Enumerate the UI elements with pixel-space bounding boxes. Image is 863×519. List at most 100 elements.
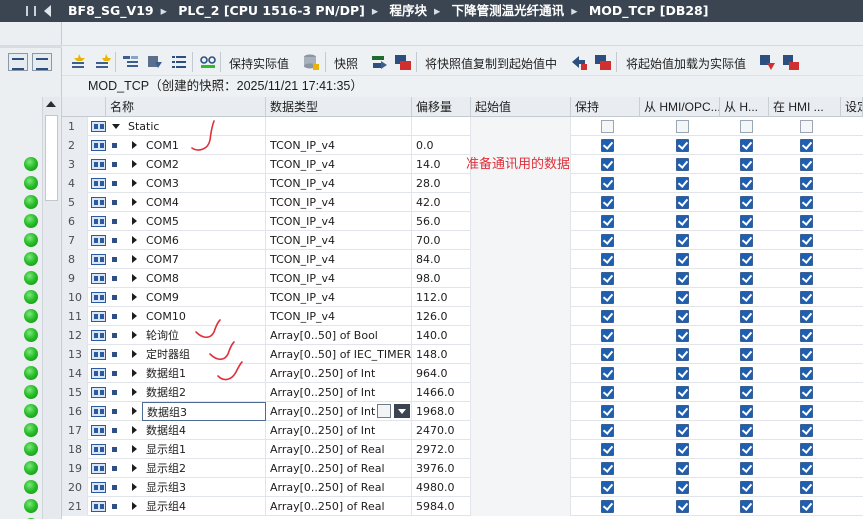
cell-datatype[interactable]: Array[0..250] of Real <box>266 459 412 478</box>
table-row[interactable]: 14 数据组1 Array[0..250] of Int 964.0 <box>62 364 863 383</box>
from-h-checkbox[interactable] <box>740 443 753 456</box>
cell-datatype[interactable]: TCON_IP_v4 <box>266 212 412 231</box>
from-hmi-checkbox[interactable] <box>676 443 689 456</box>
expand-all-icon[interactable] <box>122 53 140 71</box>
retain-checkbox[interactable] <box>601 405 614 418</box>
cell-name[interactable]: 显示组3 <box>142 478 266 497</box>
cell-datatype[interactable]: Array[0..250] of Int <box>266 421 412 440</box>
crumb-program-blocks[interactable]: 程序块 <box>390 0 428 22</box>
cell-datatype[interactable] <box>266 117 412 136</box>
from-h-checkbox[interactable] <box>740 196 753 209</box>
cell-start-value[interactable] <box>471 193 571 212</box>
cell-datatype[interactable]: TCON_IP_v4 <box>266 136 412 155</box>
from-hmi-checkbox[interactable] <box>676 310 689 323</box>
crumb-group[interactable]: 下降管测温光纤通讯 <box>452 0 565 22</box>
expand-arrow-icon[interactable] <box>132 426 137 434</box>
from-hmi-checkbox[interactable] <box>676 329 689 342</box>
expand-arrow-icon[interactable] <box>132 369 137 377</box>
from-h-checkbox[interactable] <box>740 462 753 475</box>
cell-datatype[interactable]: TCON_IP_v4 <box>266 193 412 212</box>
in-hmi-checkbox[interactable] <box>800 253 813 266</box>
table-row[interactable]: 10 COM9 TCON_IP_v4 112.0 <box>62 288 863 307</box>
in-hmi-checkbox[interactable] <box>800 196 813 209</box>
cell-start-value[interactable] <box>471 402 571 421</box>
expand-arrow-icon[interactable] <box>132 445 137 453</box>
from-h-checkbox[interactable] <box>740 215 753 228</box>
from-hmi-checkbox[interactable] <box>676 500 689 513</box>
header-datatype[interactable]: 数据类型 <box>266 97 412 117</box>
load-actual-icon[interactable] <box>594 53 612 71</box>
from-h-checkbox[interactable] <box>740 405 753 418</box>
from-hmi-checkbox[interactable] <box>676 215 689 228</box>
from-h-checkbox[interactable] <box>740 348 753 361</box>
expand-arrow-icon[interactable] <box>132 198 137 206</box>
in-hmi-checkbox[interactable] <box>800 177 813 190</box>
cell-name[interactable]: 显示组2 <box>142 459 266 478</box>
download-start-icon[interactable] <box>758 53 776 71</box>
table-row[interactable]: 7 COM6 TCON_IP_v4 70.0 <box>62 231 863 250</box>
retain-checkbox[interactable] <box>601 196 614 209</box>
in-hmi-checkbox[interactable] <box>800 329 813 342</box>
keep-actual-values-button[interactable]: 保持实际值 <box>229 55 289 72</box>
cell-name[interactable]: 数据组4 <box>142 421 266 440</box>
table-row[interactable]: 21 显示组4 Array[0..250] of Real 5984.0 <box>62 497 863 516</box>
load-start-as-actual-button[interactable]: 将起始值加载为实际值 <box>626 55 746 72</box>
cell-name[interactable]: COM8 <box>142 269 266 288</box>
in-hmi-checkbox[interactable] <box>800 481 813 494</box>
retain-checkbox[interactable] <box>601 462 614 475</box>
in-hmi-checkbox[interactable] <box>800 272 813 285</box>
vertical-scrollbar[interactable] <box>42 97 60 519</box>
cell-start-value[interactable] <box>471 269 571 288</box>
from-h-checkbox[interactable] <box>740 234 753 247</box>
scroll-thumb[interactable] <box>45 115 58 201</box>
header-retain[interactable]: 保持 <box>571 97 640 117</box>
from-hmi-checkbox[interactable] <box>676 424 689 437</box>
in-hmi-checkbox[interactable] <box>800 405 813 418</box>
from-hmi-checkbox[interactable] <box>676 253 689 266</box>
cell-start-value[interactable] <box>471 212 571 231</box>
cell-start-value[interactable] <box>471 231 571 250</box>
retain-checkbox[interactable] <box>601 253 614 266</box>
expand-arrow-icon[interactable] <box>132 502 137 510</box>
header-in-hmi[interactable]: 在 HMI ... <box>769 97 841 117</box>
expand-arrow-icon[interactable] <box>132 160 137 168</box>
cell-name[interactable]: 显示组1 <box>142 440 266 459</box>
from-hmi-checkbox[interactable] <box>676 272 689 285</box>
from-hmi-checkbox[interactable] <box>676 481 689 494</box>
collapse-left-icon[interactable] <box>44 5 51 17</box>
copy-snapshot-to-start-button[interactable]: 将快照值复制到起始值中 <box>425 55 557 72</box>
retain-checkbox[interactable] <box>601 443 614 456</box>
from-h-checkbox[interactable] <box>740 253 753 266</box>
cell-name[interactable]: COM9 <box>142 288 266 307</box>
insert-row-icon[interactable] <box>70 53 88 71</box>
in-hmi-checkbox[interactable] <box>800 443 813 456</box>
retain-checkbox[interactable] <box>601 386 614 399</box>
cell-start-value[interactable] <box>471 440 571 459</box>
header-offset[interactable]: 偏移量 <box>412 97 471 117</box>
from-h-checkbox[interactable] <box>740 424 753 437</box>
table-row[interactable]: 1 Static <box>62 117 863 136</box>
retain-checkbox[interactable] <box>601 234 614 247</box>
expand-arrow-icon[interactable] <box>132 407 137 415</box>
from-hmi-checkbox[interactable] <box>676 158 689 171</box>
in-hmi-checkbox[interactable] <box>800 215 813 228</box>
add-row-icon[interactable] <box>94 53 112 71</box>
expand-arrow-icon[interactable] <box>132 331 137 339</box>
expanded-arrow-icon[interactable] <box>112 124 120 129</box>
in-hmi-checkbox[interactable] <box>800 234 813 247</box>
in-hmi-checkbox[interactable] <box>800 424 813 437</box>
cell-start-value[interactable] <box>471 288 571 307</box>
table-row[interactable]: 6 COM5 TCON_IP_v4 56.0 <box>62 212 863 231</box>
cell-datatype[interactable]: TCON_IP_v4 <box>266 155 412 174</box>
cell-datatype[interactable]: TCON_IP_v4 <box>266 288 412 307</box>
split-icon[interactable] <box>26 6 36 16</box>
table-row[interactable]: 11 COM10 TCON_IP_v4 126.0 <box>62 307 863 326</box>
retain-checkbox[interactable] <box>601 272 614 285</box>
from-h-checkbox[interactable] <box>740 291 753 304</box>
expand-arrow-icon[interactable] <box>132 255 137 263</box>
expand-arrow-icon[interactable] <box>132 236 137 244</box>
in-hmi-checkbox[interactable] <box>800 310 813 323</box>
table-row[interactable]: 2 COM1 TCON_IP_v4 0.0 <box>62 136 863 155</box>
header-name[interactable]: 名称 <box>106 97 266 117</box>
expand-arrow-icon[interactable] <box>132 293 137 301</box>
